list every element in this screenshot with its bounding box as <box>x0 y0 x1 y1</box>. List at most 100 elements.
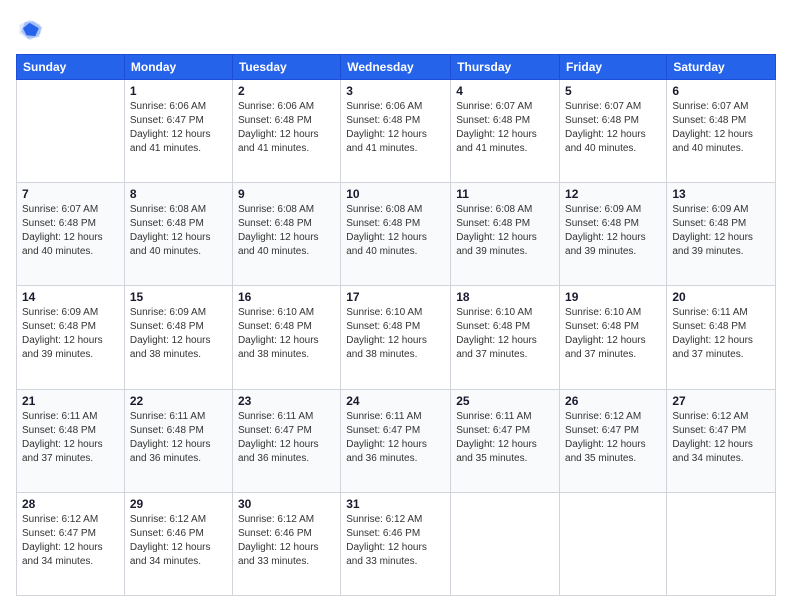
calendar-week-row: 21 Sunrise: 6:11 AM Sunset: 6:48 PM Dayli… <box>17 389 776 492</box>
day-info: Sunrise: 6:12 AM Sunset: 6:46 PM Dayligh… <box>130 513 227 569</box>
day-number: 3 <box>346 84 445 98</box>
day-number: 7 <box>22 187 119 201</box>
calendar-cell: 5 Sunrise: 6:07 AM Sunset: 6:48 PM Daylig… <box>560 80 667 183</box>
day-info: Sunrise: 6:11 AM Sunset: 6:47 PM Dayligh… <box>346 410 445 466</box>
day-info: Sunrise: 6:09 AM Sunset: 6:48 PM Dayligh… <box>565 203 661 259</box>
day-number: 4 <box>456 84 554 98</box>
day-info: Sunrise: 6:11 AM Sunset: 6:47 PM Dayligh… <box>456 410 554 466</box>
calendar-cell <box>17 80 125 183</box>
calendar-cell: 16Sunrise: 6:10 AM Sunset: 6:48 PM Dayli… <box>232 286 340 389</box>
day-info: Sunrise: 6:10 AM Sunset: 6:48 PM Dayligh… <box>565 306 661 362</box>
calendar-cell: 7 Sunrise: 6:07 AM Sunset: 6:48 PM Daylig… <box>17 183 125 286</box>
day-info: Sunrise: 6:11 AM Sunset: 6:48 PM Dayligh… <box>130 410 227 466</box>
day-info: Sunrise: 6:08 AM Sunset: 6:48 PM Dayligh… <box>238 203 335 259</box>
day-number: 2 <box>238 84 335 98</box>
day-info: Sunrise: 6:08 AM Sunset: 6:48 PM Dayligh… <box>130 203 227 259</box>
calendar-cell <box>451 492 560 595</box>
weekday-header-row: SundayMondayTuesdayWednesdayThursdayFrid… <box>17 55 776 80</box>
day-info: Sunrise: 6:06 AM Sunset: 6:48 PM Dayligh… <box>238 100 335 156</box>
day-info: Sunrise: 6:12 AM Sunset: 6:46 PM Dayligh… <box>238 513 335 569</box>
calendar-cell: 10Sunrise: 6:08 AM Sunset: 6:48 PM Dayli… <box>341 183 451 286</box>
day-number: 20 <box>672 290 770 304</box>
calendar-cell: 31 Sunrise: 6:12 AM Sunset: 6:46 PM Dayli… <box>341 492 451 595</box>
calendar-table: SundayMondayTuesdayWednesdayThursdayFrid… <box>16 54 776 596</box>
calendar-cell: 8Sunrise: 6:08 AM Sunset: 6:48 PM Daylig… <box>124 183 232 286</box>
day-number: 27 <box>672 394 770 408</box>
day-number: 18 <box>456 290 554 304</box>
day-info: Sunrise: 6:12 AM Sunset: 6:46 PM Dayligh… <box>346 513 445 569</box>
day-info: Sunrise: 6:08 AM Sunset: 6:48 PM Dayligh… <box>346 203 445 259</box>
calendar-cell: 4 Sunrise: 6:07 AM Sunset: 6:48 PM Daylig… <box>451 80 560 183</box>
calendar-cell: 9Sunrise: 6:08 AM Sunset: 6:48 PM Daylig… <box>232 183 340 286</box>
day-info: Sunrise: 6:10 AM Sunset: 6:48 PM Dayligh… <box>456 306 554 362</box>
weekday-header-monday: Monday <box>124 55 232 80</box>
day-info: Sunrise: 6:10 AM Sunset: 6:48 PM Dayligh… <box>346 306 445 362</box>
calendar-cell: 17 Sunrise: 6:10 AM Sunset: 6:48 PM Dayli… <box>341 286 451 389</box>
day-info: Sunrise: 6:07 AM Sunset: 6:48 PM Dayligh… <box>456 100 554 156</box>
day-number: 30 <box>238 497 335 511</box>
day-number: 6 <box>672 84 770 98</box>
day-number: 28 <box>22 497 119 511</box>
weekday-header-tuesday: Tuesday <box>232 55 340 80</box>
calendar-cell: 29 Sunrise: 6:12 AM Sunset: 6:46 PM Dayli… <box>124 492 232 595</box>
calendar-cell: 14Sunrise: 6:09 AM Sunset: 6:48 PM Dayli… <box>17 286 125 389</box>
day-info: Sunrise: 6:11 AM Sunset: 6:48 PM Dayligh… <box>22 410 119 466</box>
day-info: Sunrise: 6:07 AM Sunset: 6:48 PM Dayligh… <box>22 203 119 259</box>
day-info: Sunrise: 6:11 AM Sunset: 6:48 PM Dayligh… <box>672 306 770 362</box>
weekday-header-saturday: Saturday <box>667 55 776 80</box>
calendar-cell: 12 Sunrise: 6:09 AM Sunset: 6:48 PM Dayli… <box>560 183 667 286</box>
calendar-cell: 23 Sunrise: 6:11 AM Sunset: 6:47 PM Dayli… <box>232 389 340 492</box>
day-info: Sunrise: 6:06 AM Sunset: 6:47 PM Dayligh… <box>130 100 227 156</box>
day-info: Sunrise: 6:06 AM Sunset: 6:48 PM Dayligh… <box>346 100 445 156</box>
calendar-week-row: 28 Sunrise: 6:12 AM Sunset: 6:47 PM Dayli… <box>17 492 776 595</box>
day-number: 21 <box>22 394 119 408</box>
day-number: 5 <box>565 84 661 98</box>
weekday-header-thursday: Thursday <box>451 55 560 80</box>
day-info: Sunrise: 6:09 AM Sunset: 6:48 PM Dayligh… <box>672 203 770 259</box>
calendar-cell: 13Sunrise: 6:09 AM Sunset: 6:48 PM Dayli… <box>667 183 776 286</box>
calendar-week-row: 14Sunrise: 6:09 AM Sunset: 6:48 PM Dayli… <box>17 286 776 389</box>
day-number: 31 <box>346 497 445 511</box>
calendar-cell: 28 Sunrise: 6:12 AM Sunset: 6:47 PM Dayli… <box>17 492 125 595</box>
calendar-cell <box>667 492 776 595</box>
day-number: 12 <box>565 187 661 201</box>
header <box>16 16 776 44</box>
day-info: Sunrise: 6:11 AM Sunset: 6:47 PM Dayligh… <box>238 410 335 466</box>
day-info: Sunrise: 6:07 AM Sunset: 6:48 PM Dayligh… <box>565 100 661 156</box>
day-number: 23 <box>238 394 335 408</box>
page: SundayMondayTuesdayWednesdayThursdayFrid… <box>0 0 792 612</box>
weekday-header-wednesday: Wednesday <box>341 55 451 80</box>
weekday-header-friday: Friday <box>560 55 667 80</box>
calendar-cell: 24 Sunrise: 6:11 AM Sunset: 6:47 PM Dayli… <box>341 389 451 492</box>
calendar-cell: 30 Sunrise: 6:12 AM Sunset: 6:46 PM Dayli… <box>232 492 340 595</box>
calendar-cell: 18 Sunrise: 6:10 AM Sunset: 6:48 PM Dayli… <box>451 286 560 389</box>
day-number: 15 <box>130 290 227 304</box>
calendar-cell: 26 Sunrise: 6:12 AM Sunset: 6:47 PM Dayli… <box>560 389 667 492</box>
day-number: 29 <box>130 497 227 511</box>
day-number: 26 <box>565 394 661 408</box>
day-number: 25 <box>456 394 554 408</box>
day-number: 11 <box>456 187 554 201</box>
calendar-cell: 6 Sunrise: 6:07 AM Sunset: 6:48 PM Daylig… <box>667 80 776 183</box>
day-info: Sunrise: 6:12 AM Sunset: 6:47 PM Dayligh… <box>672 410 770 466</box>
calendar-cell <box>560 492 667 595</box>
calendar-cell: 27 Sunrise: 6:12 AM Sunset: 6:47 PM Dayli… <box>667 389 776 492</box>
calendar-week-row: 1Sunrise: 6:06 AM Sunset: 6:47 PM Daylig… <box>17 80 776 183</box>
day-number: 24 <box>346 394 445 408</box>
calendar-cell: 3 Sunrise: 6:06 AM Sunset: 6:48 PM Daylig… <box>341 80 451 183</box>
day-info: Sunrise: 6:07 AM Sunset: 6:48 PM Dayligh… <box>672 100 770 156</box>
day-info: Sunrise: 6:09 AM Sunset: 6:48 PM Dayligh… <box>22 306 119 362</box>
calendar-cell: 1Sunrise: 6:06 AM Sunset: 6:47 PM Daylig… <box>124 80 232 183</box>
calendar-cell: 20 Sunrise: 6:11 AM Sunset: 6:48 PM Dayli… <box>667 286 776 389</box>
day-info: Sunrise: 6:09 AM Sunset: 6:48 PM Dayligh… <box>130 306 227 362</box>
calendar-cell: 25 Sunrise: 6:11 AM Sunset: 6:47 PM Dayli… <box>451 389 560 492</box>
day-number: 19 <box>565 290 661 304</box>
calendar-cell: 2 Sunrise: 6:06 AM Sunset: 6:48 PM Daylig… <box>232 80 340 183</box>
calendar-week-row: 7 Sunrise: 6:07 AM Sunset: 6:48 PM Daylig… <box>17 183 776 286</box>
calendar-cell: 22Sunrise: 6:11 AM Sunset: 6:48 PM Dayli… <box>124 389 232 492</box>
day-info: Sunrise: 6:12 AM Sunset: 6:47 PM Dayligh… <box>565 410 661 466</box>
day-number: 17 <box>346 290 445 304</box>
day-info: Sunrise: 6:12 AM Sunset: 6:47 PM Dayligh… <box>22 513 119 569</box>
calendar-cell: 21 Sunrise: 6:11 AM Sunset: 6:48 PM Dayli… <box>17 389 125 492</box>
calendar-cell: 19 Sunrise: 6:10 AM Sunset: 6:48 PM Dayli… <box>560 286 667 389</box>
